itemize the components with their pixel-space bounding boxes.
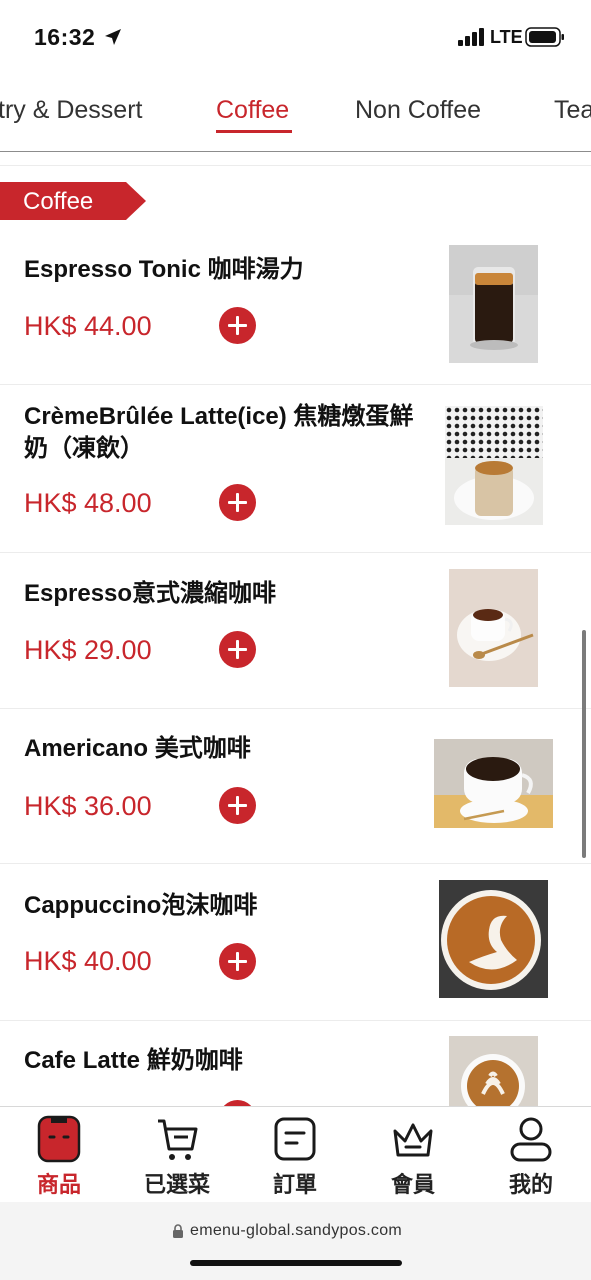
add-to-cart-button[interactable] <box>219 631 256 668</box>
category-tabs: try & Dessert Coffee Non Coffee Tea <box>0 76 591 152</box>
tab-tea[interactable]: Tea <box>554 96 591 125</box>
section-title: Coffee <box>23 188 94 215</box>
add-to-cart-button[interactable] <box>219 484 256 521</box>
bottom-nav: 商品 已選菜 訂單 會員 我的 <box>0 1106 591 1202</box>
battery-icon <box>525 27 564 47</box>
add-to-cart-button[interactable] <box>219 787 256 824</box>
user-icon <box>510 1117 552 1162</box>
divider <box>0 863 591 864</box>
nav-label: 會員 <box>390 1172 435 1197</box>
item-price: HK$ 29.00 <box>24 635 152 665</box>
item-name: Espresso意式濃縮咖啡 <box>24 580 277 607</box>
home-indicator[interactable] <box>190 1260 402 1266</box>
order-icon <box>274 1117 316 1161</box>
browser-url-bar[interactable]: emenu-global.sandypos.com <box>0 1202 591 1280</box>
item-price: HK$ 48.00 <box>24 488 152 518</box>
tab-non-coffee[interactable]: Non Coffee <box>355 96 481 125</box>
cellular-signal-icon <box>458 28 484 46</box>
americano-photo <box>434 739 553 828</box>
scrollbar[interactable] <box>582 630 586 858</box>
nav-label: 我的 <box>508 1172 553 1197</box>
nav-label: 已選菜 <box>143 1172 210 1197</box>
item-price: HK$ 44.00 <box>24 311 152 341</box>
add-to-cart-button[interactable] <box>219 307 256 344</box>
nav-member[interactable]: 會員 <box>354 1107 472 1203</box>
location-arrow-icon <box>105 29 121 45</box>
lock-icon <box>173 1224 183 1238</box>
item-name: Cappuccino泡沫咖啡 <box>24 892 258 919</box>
tab-coffee[interactable]: Coffee <box>216 96 289 125</box>
active-tab-indicator <box>216 130 292 133</box>
item-price: HK$ 40.00 <box>24 946 152 976</box>
nav-cart[interactable]: 已選菜 <box>118 1107 236 1203</box>
cart-icon <box>158 1119 198 1160</box>
divider <box>0 165 591 166</box>
crown-icon <box>393 1123 433 1157</box>
espresso-photo <box>449 569 538 687</box>
divider <box>0 384 591 385</box>
nav-orders[interactable]: 訂單 <box>236 1107 354 1203</box>
nav-label: 商品 <box>36 1172 81 1197</box>
nav-goods[interactable]: 商品 <box>0 1107 118 1203</box>
divider <box>0 1020 591 1021</box>
cafe-latte-photo <box>449 1036 538 1106</box>
item-name: Americano 美式咖啡 <box>24 735 251 762</box>
item-name: Cafe Latte 鮮奶咖啡 <box>24 1047 243 1074</box>
cappuccino-photo <box>439 880 548 998</box>
item-name: CrèmeBrûlée Latte(ice) 焦糖燉蛋鮮奶（凍飲） <box>24 403 414 462</box>
divider <box>0 708 591 709</box>
url-text: emenu-global.sandypos.com <box>190 1222 403 1239</box>
item-name: Espresso Tonic 咖啡湯力 <box>24 256 304 283</box>
nav-label: 訂單 <box>272 1172 317 1197</box>
divider <box>0 552 591 553</box>
goods-icon <box>37 1115 81 1163</box>
status-bar: 16:32 LTE <box>0 0 591 76</box>
creme-brulee-latte-photo <box>445 406 543 525</box>
espresso-tonic-photo <box>449 245 538 363</box>
tab-pastry-dessert[interactable]: try & Dessert <box>0 96 142 125</box>
status-time: 16:32 <box>34 24 96 50</box>
network-type: LTE <box>490 27 523 47</box>
item-price: HK$ 36.00 <box>24 791 152 821</box>
nav-profile[interactable]: 我的 <box>472 1107 590 1203</box>
add-to-cart-button[interactable] <box>219 943 256 980</box>
